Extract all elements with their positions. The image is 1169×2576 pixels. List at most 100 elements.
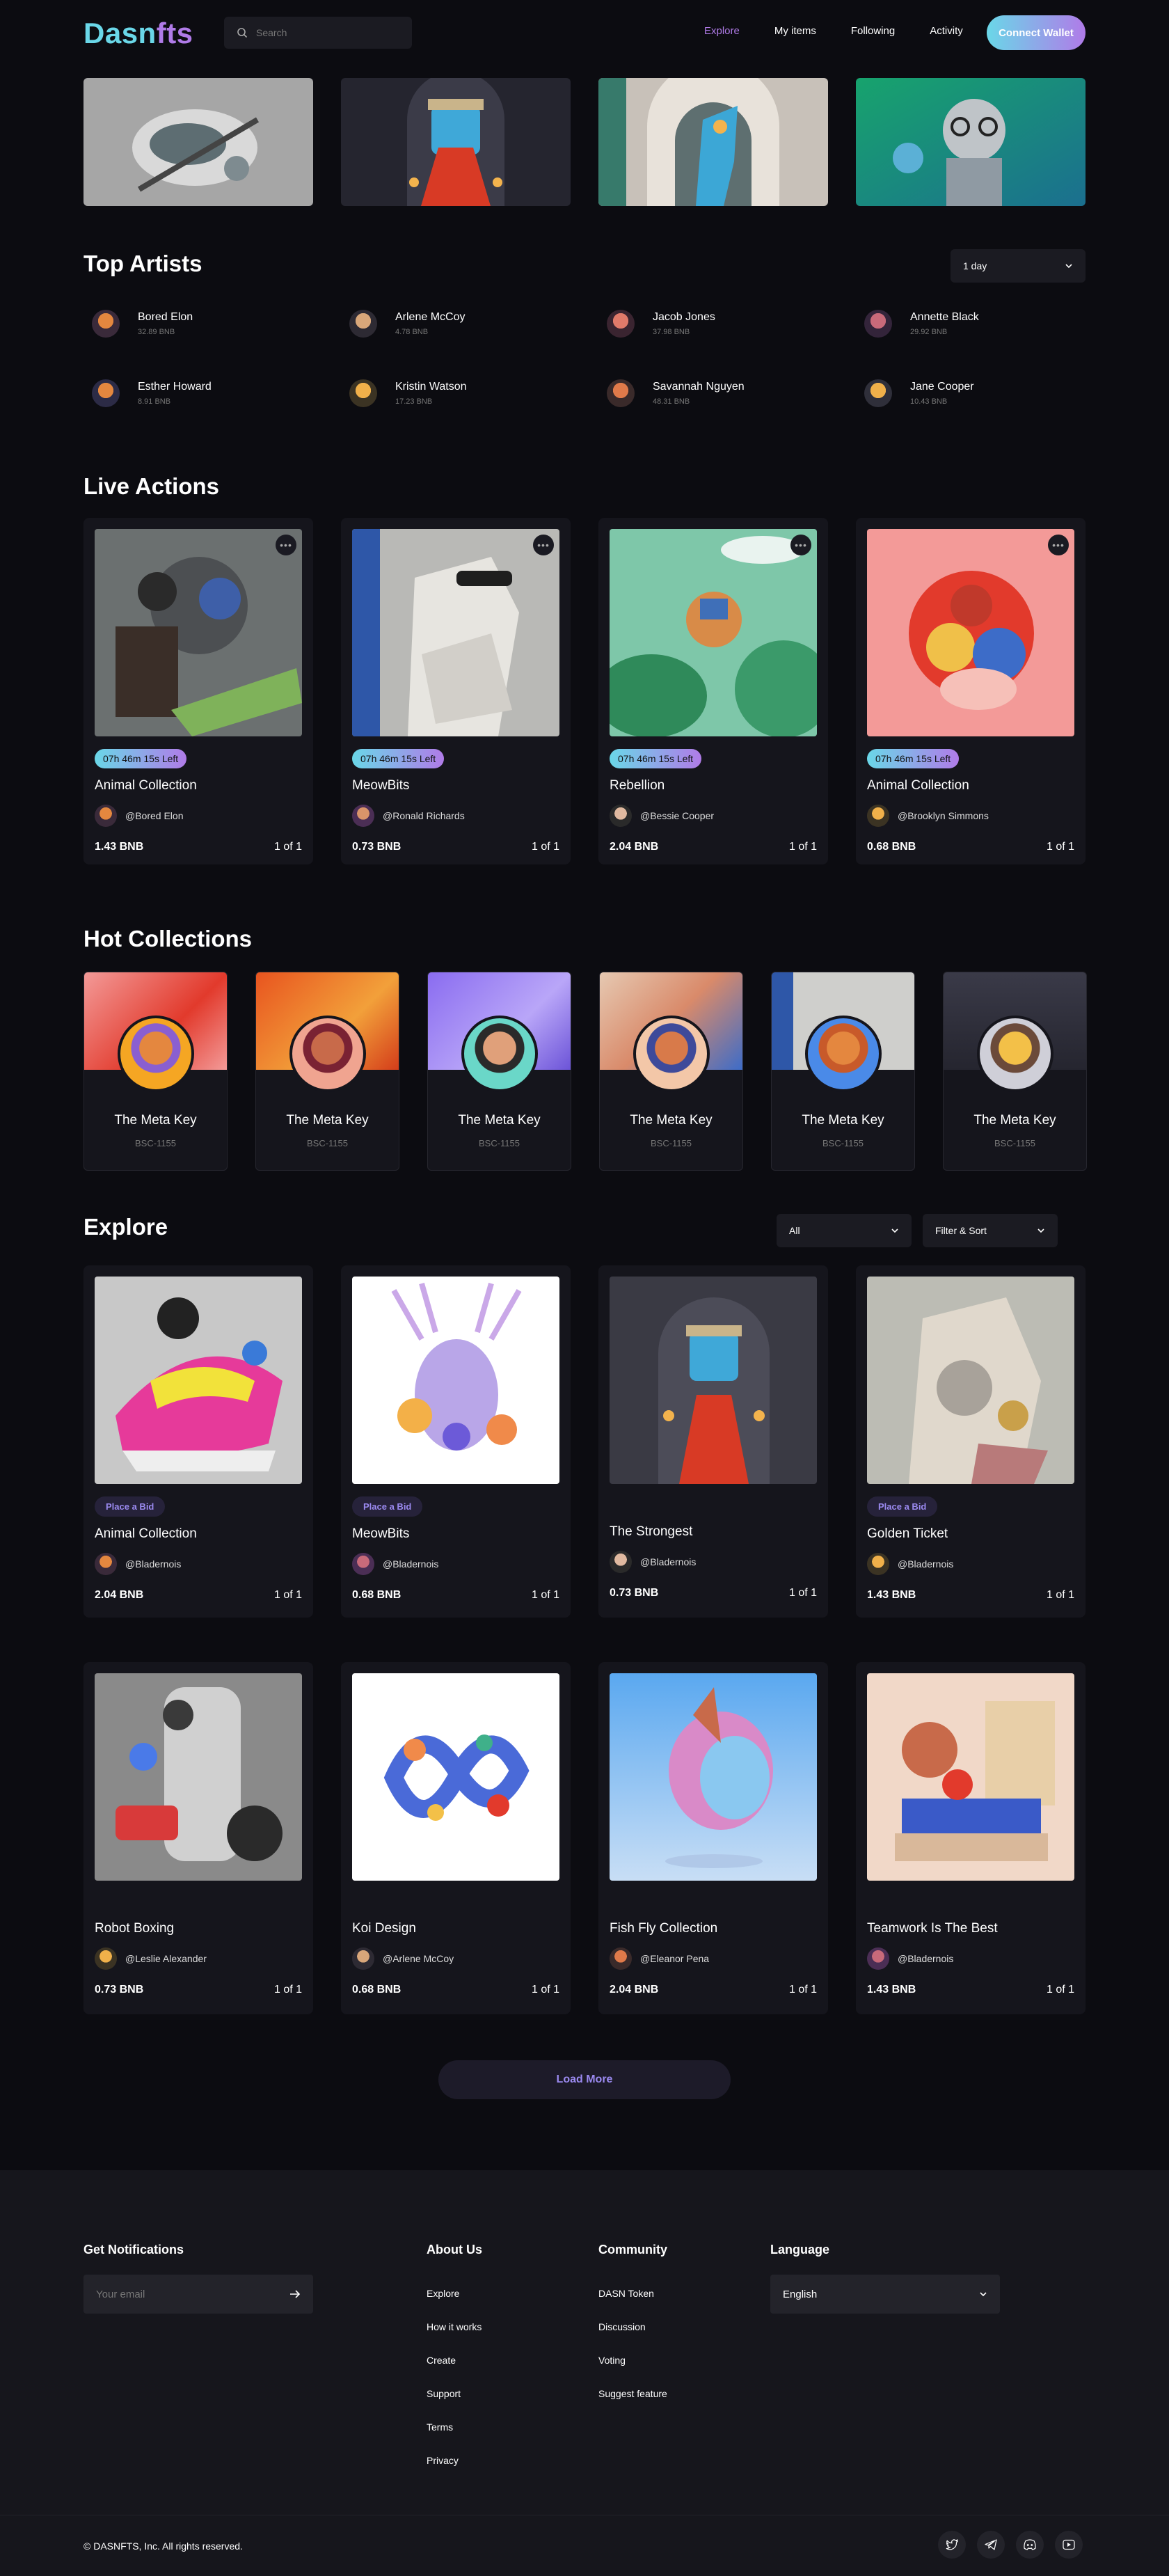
hero-thumb[interactable]	[341, 78, 571, 206]
card-owner[interactable]: @Arlene McCoy	[352, 1947, 559, 1970]
card-owner[interactable]: @Bladernois	[867, 1553, 1074, 1575]
collection-card[interactable]: The Meta Key BSC-1155	[255, 972, 399, 1171]
nft-image	[867, 1673, 1074, 1881]
card-owner[interactable]: @Brooklyn Simmons	[867, 805, 1074, 827]
search-box[interactable]	[224, 17, 412, 49]
nav-explore[interactable]: Explore	[704, 25, 740, 37]
telegram-icon[interactable]	[977, 2531, 1005, 2559]
footer-link-support[interactable]: Support	[427, 2387, 482, 2400]
place-bid-badge[interactable]: Place a Bid	[867, 1496, 938, 1517]
artist-item[interactable]: Annette Black 29.92 BNB	[856, 306, 1113, 341]
twitter-icon[interactable]	[938, 2531, 966, 2559]
hero-thumb[interactable]	[84, 78, 313, 206]
nft-card[interactable]: Place a Bid Golden Ticket @Bladernois 1.…	[856, 1265, 1086, 1618]
nft-image	[95, 1673, 302, 1881]
collection-card[interactable]: The Meta Key BSC-1155	[427, 972, 571, 1171]
auction-card[interactable]: ••• 07h 46m 15s Left Rebellion @Bessie C…	[598, 518, 828, 864]
artist-item[interactable]: Esther Howard 8.91 BNB	[84, 376, 341, 411]
nav-following[interactable]: Following	[851, 25, 895, 37]
hot-collections-row: The Meta Key BSC-1155 The Meta Key BSC-1…	[84, 972, 1087, 1171]
load-more-button[interactable]: Load More	[438, 2060, 731, 2099]
discord-icon[interactable]	[1016, 2531, 1044, 2559]
avatar	[610, 1947, 632, 1970]
avatar	[610, 1551, 632, 1573]
card-owner[interactable]: @Bladernois	[610, 1551, 817, 1573]
more-options-icon[interactable]: •••	[533, 535, 554, 555]
nft-card[interactable]: Place a Bid MeowBits @Bladernois 0.68 BN…	[341, 1265, 571, 1618]
card-owner[interactable]: @Bessie Cooper	[610, 805, 817, 827]
artist-name: Jane Cooper	[910, 381, 974, 393]
card-owner[interactable]: @Bladernois	[867, 1947, 1074, 1970]
place-bid-badge[interactable]: Place a Bid	[352, 1496, 423, 1517]
card-owner[interactable]: @Bored Elon	[95, 805, 302, 827]
nft-card[interactable]: Place a Bid Animal Collection @Bladernoi…	[84, 1265, 313, 1618]
chevron-down-icon	[1065, 264, 1072, 269]
search-input[interactable]	[256, 27, 395, 38]
artist-item[interactable]: Jane Cooper 10.43 BNB	[856, 376, 1113, 411]
language-select[interactable]: English	[770, 2275, 1000, 2314]
collection-name: The Meta Key	[458, 1113, 541, 1128]
email-input[interactable]	[96, 2288, 263, 2300]
copyright: © DASNFTS, Inc. All rights reserved.	[84, 2541, 243, 2552]
more-options-icon[interactable]: •••	[276, 535, 296, 555]
nft-card[interactable]: The Strongest @Bladernois 0.73 BNB 1 of 1	[598, 1265, 828, 1618]
nft-card[interactable]: Robot Boxing @Leslie Alexander 0.73 BNB 1…	[84, 1662, 313, 2014]
nft-card[interactable]: Fish Fly Collection @Eleanor Pena 2.04 B…	[598, 1662, 828, 2014]
more-options-icon[interactable]: •••	[1048, 535, 1069, 555]
footer-link-discussion[interactable]: Discussion	[598, 2321, 667, 2333]
nft-card[interactable]: Teamwork Is The Best @Bladernois 1.43 BN…	[856, 1662, 1086, 2014]
more-options-icon[interactable]: •••	[790, 535, 811, 555]
nav-my-items[interactable]: My items	[774, 25, 816, 37]
nft-image	[867, 1277, 1074, 1484]
about-title: About Us	[427, 2243, 482, 2257]
card-owner[interactable]: @Bladernois	[352, 1553, 559, 1575]
page: Dasnfts Explore My items Following Activ…	[0, 0, 1169, 2576]
category-select[interactable]: All	[777, 1214, 912, 1247]
collection-card[interactable]: The Meta Key BSC-1155	[771, 972, 915, 1171]
footer-link-terms[interactable]: Terms	[427, 2421, 482, 2433]
auction-card[interactable]: ••• 07h 46m 15s Left MeowBits @Ronald Ri…	[341, 518, 571, 864]
footer-link-privacy[interactable]: Privacy	[427, 2454, 482, 2467]
nav-activity[interactable]: Activity	[930, 25, 963, 37]
card-owner[interactable]: @Ronald Richards	[352, 805, 559, 827]
filter-sort-select[interactable]: Filter & Sort	[923, 1214, 1058, 1247]
collection-card[interactable]: The Meta Key BSC-1155	[84, 972, 228, 1171]
youtube-icon[interactable]	[1055, 2531, 1083, 2559]
artist-item[interactable]: Savannah Nguyen 48.31 BNB	[598, 376, 856, 411]
card-owner[interactable]: @Bladernois	[95, 1553, 302, 1575]
hero-thumb[interactable]	[598, 78, 828, 206]
footer-link-dasn-token[interactable]: DASN Token	[598, 2287, 667, 2300]
card-edition: 1 of 1	[1046, 841, 1074, 853]
email-field[interactable]	[84, 2275, 313, 2314]
footer-link-create[interactable]: Create	[427, 2354, 482, 2366]
collection-card[interactable]: The Meta Key BSC-1155	[599, 972, 743, 1171]
card-title: MeowBits	[352, 1526, 410, 1541]
period-select[interactable]: 1 day	[951, 249, 1086, 283]
owner-name: @Eleanor Pena	[640, 1953, 710, 1964]
card-edition: 1 of 1	[273, 1984, 302, 1996]
artist-item[interactable]: Bored Elon 32.89 BNB	[84, 306, 341, 341]
artist-item[interactable]: Jacob Jones 37.98 BNB	[598, 306, 856, 341]
card-edition: 1 of 1	[788, 1587, 817, 1599]
connect-wallet-button[interactable]: Connect Wallet	[987, 15, 1086, 50]
footer: Get Notifications About Us Explore How i…	[0, 2170, 1169, 2576]
hot-collections-title: Hot Collections	[84, 926, 253, 951]
card-owner[interactable]: @Leslie Alexander	[95, 1947, 302, 1970]
place-bid-badge[interactable]: Place a Bid	[95, 1496, 166, 1517]
footer-link-explore[interactable]: Explore	[427, 2287, 482, 2300]
logo-text-part2: fts	[156, 17, 193, 49]
card-owner[interactable]: @Eleanor Pena	[610, 1947, 817, 1970]
arrow-right-icon[interactable]	[289, 2290, 301, 2298]
footer-link-voting[interactable]: Voting	[598, 2354, 667, 2366]
auction-card[interactable]: ••• 07h 46m 15s Left Animal Collection @…	[84, 518, 313, 864]
auction-card[interactable]: ••• 07h 46m 15s Left Animal Collection @…	[856, 518, 1086, 864]
footer-link-how-it-works[interactable]: How it works	[427, 2321, 482, 2333]
footer-link-suggest-feature[interactable]: Suggest feature	[598, 2387, 667, 2400]
collection-card[interactable]: The Meta Key BSC-1155	[943, 972, 1087, 1171]
nft-card[interactable]: Koi Design @Arlene McCoy 0.68 BNB 1 of 1	[341, 1662, 571, 2014]
logo[interactable]: Dasnfts	[84, 17, 193, 50]
card-edition: 1 of 1	[788, 1984, 817, 1996]
artist-item[interactable]: Kristin Watson 17.23 BNB	[341, 376, 598, 411]
hero-thumb[interactable]	[856, 78, 1086, 206]
artist-item[interactable]: Arlene McCoy 4.78 BNB	[341, 306, 598, 341]
